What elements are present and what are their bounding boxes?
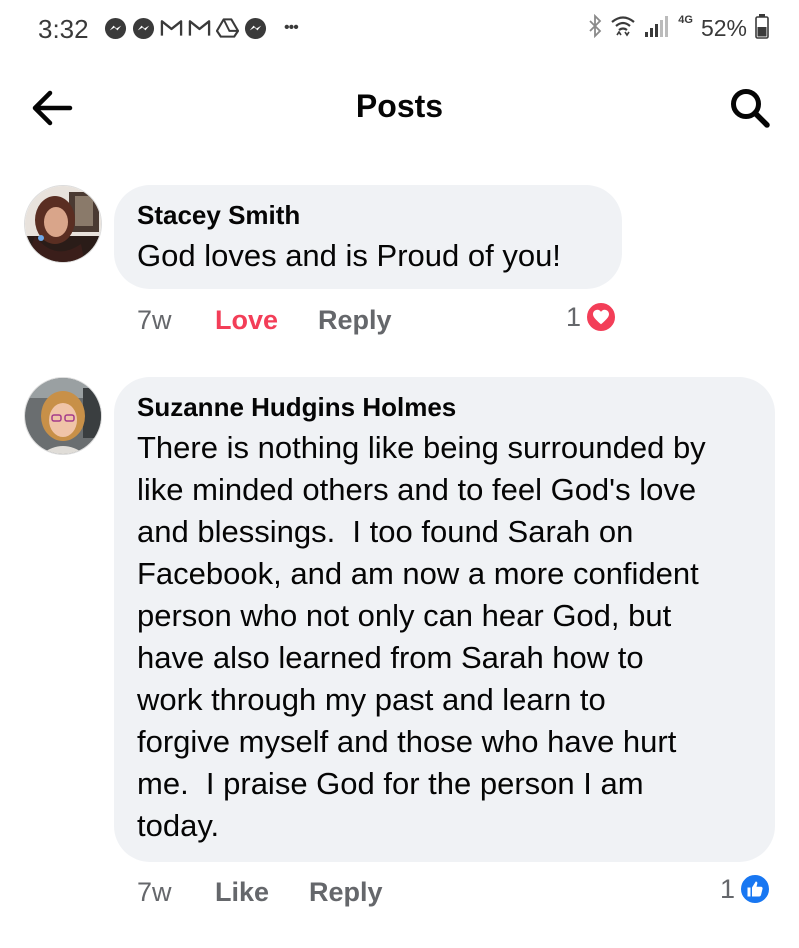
comment-timestamp[interactable]: 7w: [137, 877, 215, 908]
reaction-count: 1: [566, 301, 582, 332]
heart-icon: [585, 301, 618, 333]
drive-icon: [216, 17, 239, 40]
status-time: 3:32: [38, 14, 89, 44]
messenger-icon: [132, 17, 155, 40]
bluetooth-icon: [588, 13, 602, 43]
comment-author[interactable]: Suzanne Hudgins Holmes: [137, 391, 753, 423]
status-bar: 3:32 ••• 4G 52%: [0, 0, 799, 56]
love-button[interactable]: Love: [215, 305, 278, 336]
avatar[interactable]: [24, 377, 102, 455]
reaction-count: 1: [720, 873, 736, 904]
battery-percent: 52%: [700, 14, 747, 41]
network-type: 4G: [678, 14, 693, 26]
search-button[interactable]: [725, 84, 775, 132]
comment-timestamp[interactable]: 7w: [137, 305, 215, 336]
comment-text: God loves and is Proud of you!: [137, 238, 561, 273]
like-button[interactable]: Like: [215, 877, 269, 908]
battery-icon: [755, 13, 769, 44]
comment-bubble: Suzanne Hudgins Holmes There is nothing …: [114, 377, 775, 862]
reply-button[interactable]: Reply: [318, 305, 392, 336]
top-nav-bar: Posts: [0, 70, 799, 146]
system-icons: 4G 52%: [588, 12, 769, 44]
notification-icons: •••: [104, 14, 299, 42]
thumbs-up-icon: [739, 873, 772, 905]
avatar[interactable]: [24, 185, 102, 263]
comment-text: There is nothing like being surrounded b…: [137, 430, 706, 843]
comment-author[interactable]: Stacey Smith: [137, 199, 600, 231]
messenger-icon: [244, 17, 267, 40]
comment-item: Suzanne Hudgins Holmes There is nothing …: [0, 377, 799, 917]
comment-actions: 7w Like Reply: [137, 877, 423, 908]
signal-icon: [644, 14, 670, 43]
search-icon: [731, 89, 770, 128]
more-notifications-icon: •••: [284, 19, 299, 36]
comment-bubble: Stacey Smith God loves and is Proud of y…: [114, 185, 622, 289]
gmail-icon: [160, 17, 183, 40]
comment-actions: 7w Love Reply: [137, 305, 432, 336]
messenger-icon: [104, 17, 127, 40]
reply-button[interactable]: Reply: [309, 877, 383, 908]
reaction-summary[interactable]: 1: [566, 301, 618, 333]
gmail-icon: [188, 17, 211, 40]
page-title: Posts: [355, 88, 444, 124]
reaction-summary[interactable]: 1: [720, 873, 772, 905]
wifi-icon: [610, 13, 636, 44]
comment-item: Stacey Smith God loves and is Proud of y…: [0, 185, 799, 345]
